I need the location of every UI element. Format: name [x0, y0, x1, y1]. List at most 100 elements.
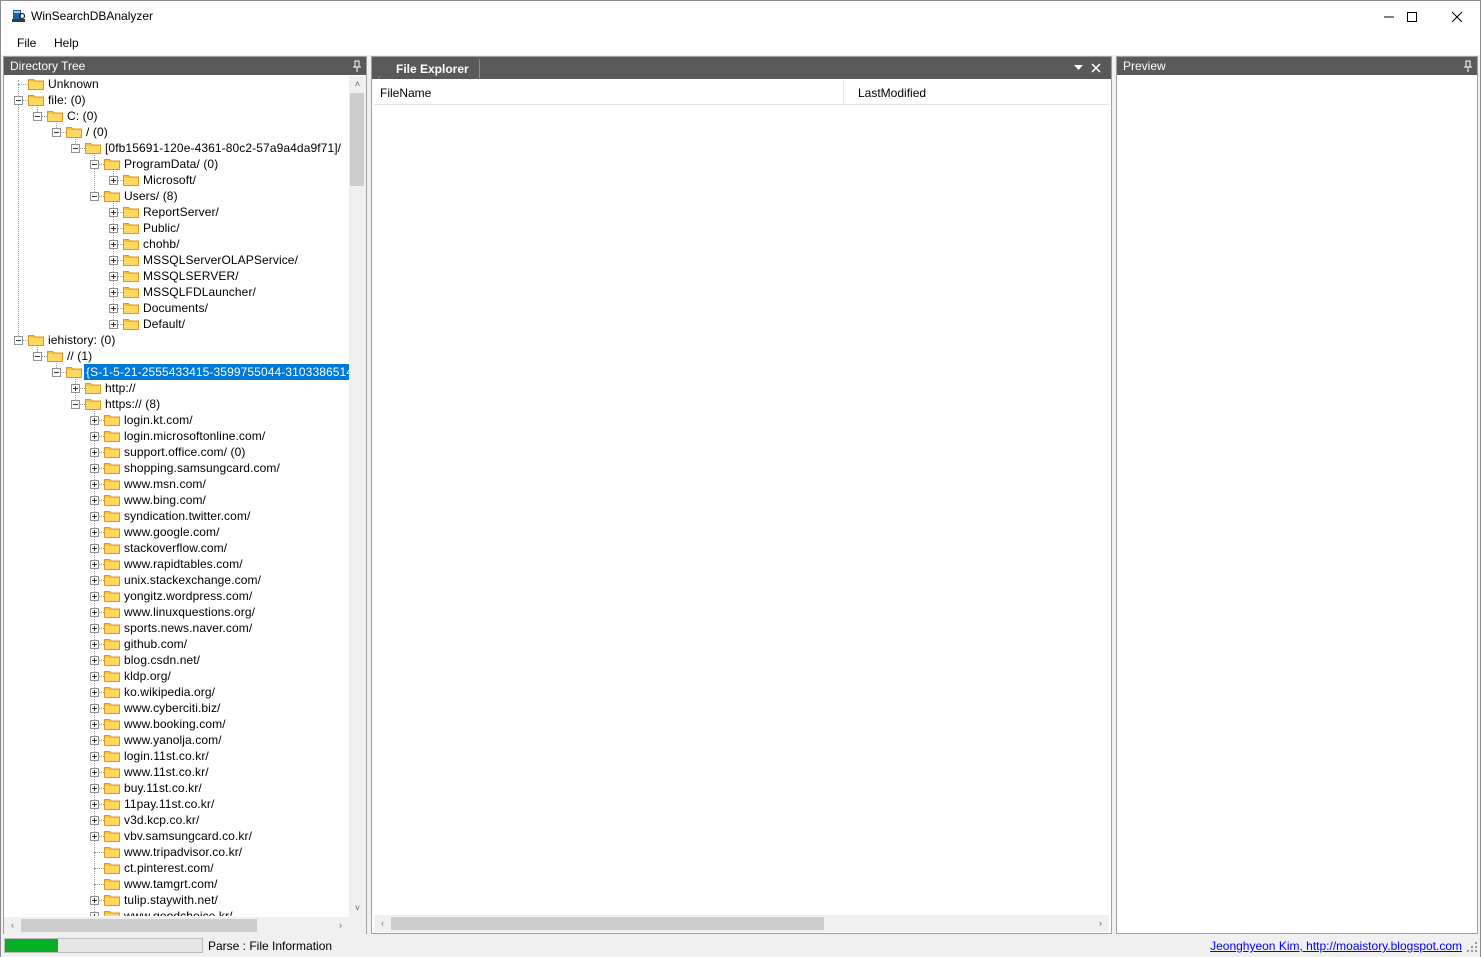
author-link[interactable]: Jeonghyeon Kim, http://moaistory.blogspo… [1210, 939, 1462, 953]
tree-node[interactable]: sports.news.naver.com/ [6, 620, 351, 636]
tree-node[interactable]: MSSQLSERVER/ [6, 268, 351, 284]
tree-node[interactable]: www.11st.co.kr/ [6, 764, 351, 780]
close-tab-icon[interactable] [1091, 63, 1101, 73]
expand-icon[interactable] [90, 752, 99, 761]
expand-icon[interactable] [90, 464, 99, 473]
expand-icon[interactable] [90, 912, 99, 916]
expand-icon[interactable] [90, 768, 99, 777]
tree-node[interactable]: buy.11st.co.kr/ [6, 780, 351, 796]
tree-node[interactable]: Default/ [6, 316, 351, 332]
tree-node[interactable]: unix.stackexchange.com/ [6, 572, 351, 588]
tree-node[interactable]: www.cyberciti.biz/ [6, 700, 351, 716]
column-lastmodified[interactable]: LastModified [852, 81, 1102, 105]
tree-node[interactable]: [0fb15691-120e-4361-80c2-57a9a4da9f71]/ [6, 140, 351, 156]
expand-icon[interactable] [71, 384, 80, 393]
tree-node[interactable]: MSSQLFDLauncher/ [6, 284, 351, 300]
tree-node[interactable]: www.linuxquestions.org/ [6, 604, 351, 620]
expand-icon[interactable] [90, 816, 99, 825]
column-filename[interactable]: FileName [374, 81, 844, 105]
tree-node[interactable]: www.google.com/ [6, 524, 351, 540]
tree-node[interactable]: MSSQLServerOLAPService/ [6, 252, 351, 268]
collapse-icon[interactable] [14, 96, 23, 105]
tree-node[interactable]: shopping.samsungcard.com/ [6, 460, 351, 476]
tree-node[interactable]: www.tripadvisor.co.kr/ [6, 844, 351, 860]
tree-node[interactable]: {S-1-5-21-2555433415-3599755044-31033865… [6, 363, 351, 381]
tab-file-explorer[interactable]: File Explorer [380, 59, 480, 79]
tree-node[interactable]: ProgramData/ (0) [6, 156, 351, 172]
tree-node[interactable]: C: (0) [6, 108, 351, 124]
tree-node[interactable]: Unknown [6, 76, 351, 92]
expand-icon[interactable] [90, 784, 99, 793]
tree-node[interactable]: tulip.staywith.net/ [6, 892, 351, 908]
tree-node[interactable]: blog.csdn.net/ [6, 652, 351, 668]
tree-node[interactable]: // (1) [6, 348, 351, 364]
expand-icon[interactable] [90, 480, 99, 489]
tree-node[interactable]: ko.wikipedia.org/ [6, 684, 351, 700]
expand-icon[interactable] [90, 736, 99, 745]
tree-node[interactable]: file: (0) [6, 92, 351, 108]
expand-icon[interactable] [109, 176, 118, 185]
expand-icon[interactable] [90, 608, 99, 617]
tree-node[interactable]: www.yanolja.com/ [6, 732, 351, 748]
collapse-icon[interactable] [33, 112, 42, 121]
expand-icon[interactable] [90, 640, 99, 649]
expand-icon[interactable] [90, 528, 99, 537]
tree-node[interactable]: / (0) [6, 124, 351, 140]
scroll-left-icon[interactable]: ‹ [4, 917, 21, 934]
scroll-down-icon[interactable]: ˅ [349, 900, 366, 917]
expand-icon[interactable] [90, 576, 99, 585]
expand-icon[interactable] [90, 512, 99, 521]
close-button[interactable] [1434, 1, 1480, 32]
tree-node[interactable]: stackoverflow.com/ [6, 540, 351, 556]
tree-node[interactable]: chohb/ [6, 236, 351, 252]
tree-node[interactable]: syndication.twitter.com/ [6, 508, 351, 524]
expand-icon[interactable] [90, 416, 99, 425]
tree-node[interactable]: http:// [6, 380, 351, 396]
expand-icon[interactable] [109, 304, 118, 313]
tree-node[interactable]: iehistory: (0) [6, 332, 351, 348]
collapse-icon[interactable] [90, 160, 99, 169]
tree-node[interactable]: Microsoft/ [6, 172, 351, 188]
maximize-button[interactable] [1389, 1, 1435, 32]
expand-icon[interactable] [109, 288, 118, 297]
pin-icon[interactable] [352, 59, 362, 73]
collapse-icon[interactable] [90, 192, 99, 201]
expand-icon[interactable] [90, 704, 99, 713]
tree-node[interactable]: login.kt.com/ [6, 412, 351, 428]
collapse-icon[interactable] [33, 352, 42, 361]
tree-node[interactable]: www.rapidtables.com/ [6, 556, 351, 572]
expand-icon[interactable] [90, 448, 99, 457]
collapse-icon[interactable] [52, 368, 61, 377]
expand-icon[interactable] [109, 224, 118, 233]
tree-node[interactable]: Documents/ [6, 300, 351, 316]
tree-node[interactable]: v3d.kcp.co.kr/ [6, 812, 351, 828]
title-bar[interactable]: WinSearchDBAnalyzer [1, 1, 1480, 32]
expand-icon[interactable] [90, 672, 99, 681]
expand-icon[interactable] [90, 432, 99, 441]
dropdown-icon[interactable] [1074, 65, 1083, 71]
tree-hscroll-thumb[interactable] [21, 919, 257, 932]
tree-node[interactable]: yongitz.wordpress.com/ [6, 588, 351, 604]
expand-icon[interactable] [109, 240, 118, 249]
expand-icon[interactable] [90, 544, 99, 553]
tree-node[interactable]: ct.pinterest.com/ [6, 860, 351, 876]
collapse-icon[interactable] [14, 336, 23, 345]
expand-icon[interactable] [90, 592, 99, 601]
collapse-icon[interactable] [52, 128, 61, 137]
tree-node[interactable]: ReportServer/ [6, 204, 351, 220]
scroll-up-icon[interactable]: ˄ [349, 76, 366, 93]
tree-node[interactable]: vbv.samsungcard.co.kr/ [6, 828, 351, 844]
resize-grip-icon[interactable] [1466, 941, 1478, 953]
tree-node[interactable]: https:// (8) [6, 396, 351, 412]
menu-help[interactable]: Help [54, 36, 79, 50]
menu-file[interactable]: File [17, 36, 36, 50]
tree-vscroll-thumb[interactable] [350, 93, 364, 186]
tree-node[interactable]: www.booking.com/ [6, 716, 351, 732]
collapse-icon[interactable] [71, 400, 80, 409]
tree-node[interactable]: kldp.org/ [6, 668, 351, 684]
collapse-icon[interactable] [71, 144, 80, 153]
expand-icon[interactable] [90, 800, 99, 809]
scroll-right-icon[interactable]: › [332, 917, 349, 934]
tree-horizontal-scrollbar[interactable]: ‹ › [4, 917, 349, 934]
tree-node[interactable]: www.tamgrt.com/ [6, 876, 351, 892]
